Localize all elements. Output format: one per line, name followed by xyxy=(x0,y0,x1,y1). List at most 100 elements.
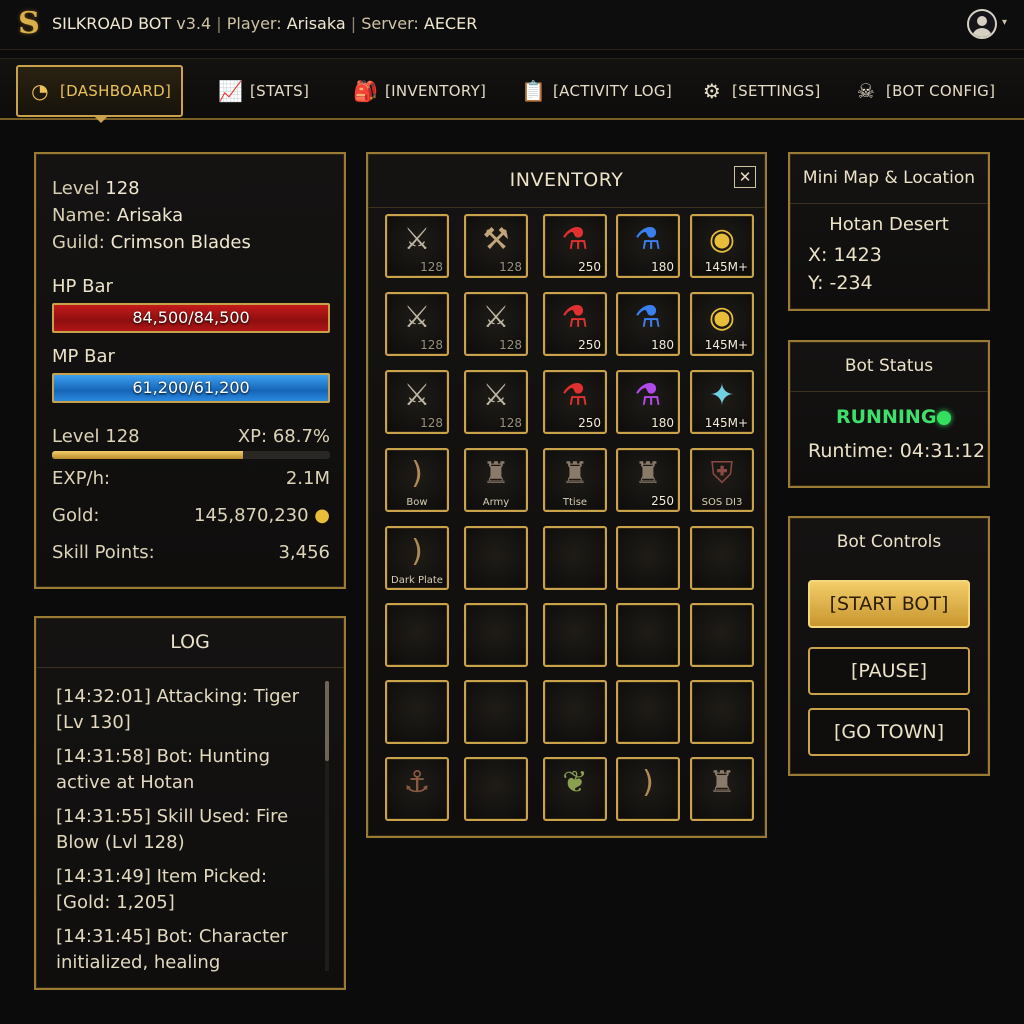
inventory-slot[interactable]: ⚔ 128 xyxy=(385,370,449,434)
inventory-slot[interactable]: ) Dark Plate xyxy=(385,526,449,590)
item-quantity: 180 xyxy=(651,416,674,430)
status-dot-icon xyxy=(937,411,951,425)
log-scrollbar[interactable] xyxy=(325,681,329,971)
server-name: AECER xyxy=(423,14,478,33)
inventory-slot[interactable]: ⛨ SOS DI3 xyxy=(690,448,754,512)
inventory-slot[interactable]: ⚔ 128 xyxy=(385,214,449,278)
skill-points-value: 3,456 xyxy=(278,542,330,563)
shield-icon: ⛨ xyxy=(710,456,734,491)
inventory-slot[interactable] xyxy=(690,526,754,590)
xp-bar-fill xyxy=(52,451,243,459)
inventory-slot[interactable]: ⚗ 250 xyxy=(543,214,607,278)
start-bot-button[interactable]: [START BOT] xyxy=(808,580,970,628)
robot-icon: ☠ xyxy=(856,79,876,103)
exph-value: 2.1M xyxy=(285,468,330,489)
inventory-slot[interactable]: ⚔ 128 xyxy=(464,292,528,356)
inventory-slot[interactable] xyxy=(464,526,528,590)
inventory-slot[interactable] xyxy=(543,526,607,590)
inventory-slot[interactable]: ❦ xyxy=(543,757,607,821)
sword-icon: ⚔ xyxy=(482,300,510,335)
inventory-slot[interactable]: ✦ 145M+ xyxy=(690,370,754,434)
exph-row: EXP/h: 2.1M xyxy=(52,468,330,489)
armor-icon: ♜ xyxy=(708,765,736,800)
armor-icon: ♜ xyxy=(482,456,510,491)
chevron-down-icon[interactable]: ▾ xyxy=(1002,17,1007,28)
inventory-slot[interactable]: ⚒ 128 xyxy=(464,214,528,278)
inventory-slot[interactable] xyxy=(616,680,680,744)
inventory-slot[interactable] xyxy=(543,603,607,667)
log-scrollbar-thumb[interactable] xyxy=(325,681,329,761)
close-icon[interactable]: ✕ xyxy=(734,166,756,188)
gold-coins-icon: ◉ xyxy=(708,222,736,257)
xp-row: Level 128 XP: 68.7% xyxy=(52,426,330,447)
sword-icon: ⚔ xyxy=(482,378,510,413)
gold-value: 145,870,230 xyxy=(194,505,309,526)
go-town-button[interactable]: [GO TOWN] xyxy=(808,708,970,756)
axe-icon: ⚒ xyxy=(482,222,510,257)
red-potion-icon: ⚗ xyxy=(561,378,589,413)
inventory-slot[interactable]: ) xyxy=(616,757,680,821)
runtime: Runtime: 04:31:12 xyxy=(808,440,986,462)
speedometer-icon: ◔ xyxy=(31,79,49,103)
inventory-slot[interactable]: ♜ 250 xyxy=(616,448,680,512)
bot-controls-title: Bot Controls xyxy=(836,532,942,552)
inventory-slot[interactable] xyxy=(690,603,754,667)
sword-icon: ⚔ xyxy=(403,300,431,335)
inventory-slot[interactable]: ◉ 145M+ xyxy=(690,214,754,278)
item-name: Ttise xyxy=(562,497,588,508)
inventory-slot[interactable] xyxy=(616,603,680,667)
item-quantity: 145M+ xyxy=(704,260,748,274)
app-name: SILKROAD BOT xyxy=(52,14,172,33)
coord-y: Y: -234 xyxy=(808,272,873,294)
inventory-slot[interactable] xyxy=(616,526,680,590)
inventory-slot[interactable]: ◉ 145M+ xyxy=(690,292,754,356)
inventory-slot[interactable]: ⚗ 180 xyxy=(616,214,680,278)
inventory-slot[interactable] xyxy=(543,680,607,744)
inventory-slot[interactable] xyxy=(464,603,528,667)
tab-bot-config[interactable]: ☠ [BOT CONFIG] xyxy=(854,65,995,117)
inventory-slot[interactable]: ⚔ 128 xyxy=(385,292,449,356)
skill-points-row: Skill Points: 3,456 xyxy=(52,542,330,563)
item-quantity: 180 xyxy=(651,260,674,274)
tab-stats[interactable]: 📈 [STATS] xyxy=(218,65,309,117)
inventory-slot[interactable]: ⚔ 128 xyxy=(464,370,528,434)
inventory-slot[interactable]: ⚓ xyxy=(385,757,449,821)
character-panel: Level 128 Name: Arisaka Guild: Crimson B… xyxy=(34,152,346,589)
sword-icon: ⚔ xyxy=(403,378,431,413)
inventory-slot[interactable]: ♜ Army xyxy=(464,448,528,512)
xp-value: 68.7% xyxy=(272,426,330,447)
tab-dashboard[interactable]: ◔ [DASHBOARD] xyxy=(16,65,184,117)
pause-button[interactable]: [PAUSE] xyxy=(808,647,970,695)
item-quantity: 250 xyxy=(651,494,674,508)
bot-status-panel: Bot Status RUNNING Runtime: 04:31:12 xyxy=(788,340,990,488)
inventory-slot[interactable]: ⚗ 250 xyxy=(543,292,607,356)
tab-inventory[interactable]: 🎒 [INVENTORY] xyxy=(353,65,486,117)
active-tab-indicator xyxy=(94,116,108,123)
item-quantity: 145M+ xyxy=(704,338,748,352)
avatar[interactable] xyxy=(967,9,997,39)
item-quantity: 128 xyxy=(499,416,522,430)
armor-icon: ♜ xyxy=(634,456,662,491)
backpack-icon: 🎒 xyxy=(353,79,379,103)
inventory-slot[interactable] xyxy=(385,603,449,667)
inventory-panel: INVENTORY ✕ ⚔ 128 ⚒ 128 ⚗ 250 ⚗ 180 ◉ 145M+ ⚔ 128 ⚔ 1… xyxy=(366,152,767,838)
item-quantity: 145M+ xyxy=(704,416,748,430)
item-name: Bow xyxy=(406,497,428,508)
title-bar: S SILKROAD BOT v3.4 | Player: Arisaka | … xyxy=(0,0,1024,50)
tab-activity-log[interactable]: 📋 [ACTIVITY LOG] xyxy=(521,65,672,117)
inventory-slot[interactable]: ) Bow xyxy=(385,448,449,512)
inventory-slot[interactable] xyxy=(385,680,449,744)
app-version: v3.4 xyxy=(176,14,212,33)
inventory-slot[interactable]: ♜ Ttise xyxy=(543,448,607,512)
gold-coins-icon: ◉ xyxy=(708,300,736,335)
inventory-slot[interactable]: ⚗ 180 xyxy=(616,292,680,356)
inventory-slot[interactable] xyxy=(464,680,528,744)
inventory-slot[interactable] xyxy=(690,680,754,744)
log-entry: [14:31:55] Skill Used: Fire Blow (Lvl 12… xyxy=(56,806,289,853)
inventory-slot[interactable]: ♜ xyxy=(690,757,754,821)
inventory-slot[interactable] xyxy=(464,757,528,821)
tab-settings[interactable]: ⚙ [SETTINGS] xyxy=(700,65,821,117)
inventory-slot[interactable]: ⚗ 180 xyxy=(616,370,680,434)
item-quantity: 128 xyxy=(420,416,443,430)
inventory-slot[interactable]: ⚗ 250 xyxy=(543,370,607,434)
